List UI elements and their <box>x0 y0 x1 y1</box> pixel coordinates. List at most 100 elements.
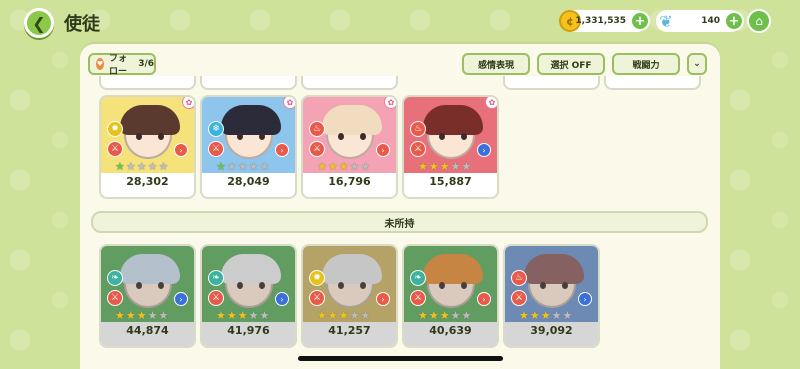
star-icon: ★ <box>158 160 169 173</box>
combat-power: 16,796 <box>328 175 371 188</box>
coin-balance: ¢ 1,331,535 + <box>559 10 650 32</box>
star-icon: ★ <box>125 309 136 322</box>
star-icon: ★ <box>562 309 573 322</box>
star-rating: ★ ★ ★ ★ ★ <box>418 310 471 321</box>
follow-count: 3/6 <box>138 59 154 69</box>
star-rating: ★ ★ ★ ★ ★ <box>418 161 471 172</box>
leaf-icon: ❧ <box>410 270 426 286</box>
fire-icon: ♨ <box>511 270 527 286</box>
star-icon: ★ <box>428 160 439 173</box>
flower-badge-icon: ✿ <box>485 97 497 109</box>
sun-icon: ✹ <box>309 270 325 286</box>
apostle-hair <box>220 105 281 135</box>
star-icon: ★ <box>360 160 371 173</box>
apostle-hair <box>119 105 180 135</box>
select-toggle-button[interactable]: 選択 OFF <box>537 53 605 75</box>
leaf-icon: ❧ <box>107 270 123 286</box>
star-icon: ★ <box>540 309 551 322</box>
apostle-face <box>422 105 483 159</box>
star-icon: ★ <box>327 309 338 322</box>
chevron-left-icon: ❮ <box>32 13 46 33</box>
star-icon: ★ <box>439 309 450 322</box>
crossed-swords-icon: ⚔ <box>410 290 426 306</box>
unowned-apostle-card[interactable]: ❧ ⚔ › ★ ★ ★ ★ ★ 40,639 <box>402 244 499 348</box>
star-icon: ★ <box>136 160 147 173</box>
unowned-apostle-card[interactable]: ❧ ⚔ › ★ ★ ★ ★ ★ 41,976 <box>200 244 297 348</box>
star-icon: ★ <box>551 309 562 322</box>
page-title: 使徒 <box>64 14 100 35</box>
crossed-swords-icon: ⚔ <box>309 290 325 306</box>
class-arrow-icon: › <box>275 292 289 306</box>
star-icon: ★ <box>226 309 237 322</box>
class-arrow-icon: › <box>174 292 188 306</box>
star-icon: ★ <box>125 160 136 173</box>
combat-power: 15,887 <box>429 175 472 188</box>
apostle-face <box>321 105 382 159</box>
leaf-icon: ❧ <box>208 270 224 286</box>
star-icon: ★ <box>418 160 428 173</box>
combat-power: 40,639 <box>429 324 472 337</box>
star-rating: ★ ★ ★ ★ ★ <box>317 161 370 172</box>
star-icon: ★ <box>147 160 158 173</box>
star-icon: ★ <box>461 309 472 322</box>
owned-apostle-card[interactable]: ♨ ⚔ › ★ ★ ★ ★ ★ 16,796 ✿ <box>301 95 398 199</box>
star-icon: ★ <box>115 309 125 322</box>
star-icon: ★ <box>360 309 371 322</box>
sun-icon: ✹ <box>107 121 123 137</box>
star-icon: ★ <box>237 309 248 322</box>
star-rating: ★ ★ ★ ★ ★ <box>216 310 269 321</box>
home-indicator <box>298 356 503 361</box>
star-icon: ★ <box>216 309 226 322</box>
crossed-swords-icon: ⚔ <box>309 141 325 157</box>
unowned-apostle-card[interactable]: ♨ ⚔ › ★ ★ ★ ★ ★ 39,092 <box>503 244 600 348</box>
unowned-apostle-card[interactable]: ✹ ⚔ › ★ ★ ★ ★ ★ 41,257 <box>301 244 398 348</box>
chevron-double-down-icon: ⌄ <box>693 59 701 69</box>
partial-card <box>604 76 701 90</box>
back-button[interactable]: ❮ <box>24 8 54 38</box>
class-arrow-icon: › <box>376 143 390 157</box>
gem-amount: 140 <box>701 16 720 26</box>
crossed-swords-icon: ⚔ <box>208 290 224 306</box>
star-icon: ★ <box>338 309 349 322</box>
gem-balance: ❦ 140 + <box>656 10 744 32</box>
unowned-apostle-card[interactable]: ❧ ⚔ › ★ ★ ★ ★ ★ 44,874 <box>99 244 196 348</box>
star-rating: ★ ★ ★ ★ ★ <box>216 161 269 172</box>
class-arrow-icon: › <box>578 292 592 306</box>
follow-filter-button[interactable]: ♥ フォロー 3/6 <box>88 53 156 77</box>
combat-power: 39,092 <box>530 324 573 337</box>
owned-apostle-card[interactable]: ❄ ⚔ › ★ ★ ★ ★ ★ 28,049 ✿ <box>200 95 297 199</box>
sort-power-button[interactable]: 戦闘力 <box>612 53 680 75</box>
home-button[interactable]: ⌂ <box>747 9 771 33</box>
star-icon: ★ <box>439 160 450 173</box>
star-icon: ★ <box>237 160 248 173</box>
owned-apostle-card[interactable]: ✹ ⚔ › ★ ★ ★ ★ ★ 28,302 ✿ <box>99 95 196 199</box>
star-icon: ★ <box>115 160 125 173</box>
star-icon: ★ <box>216 160 226 173</box>
apostle-eyes <box>135 133 164 140</box>
star-icon: ★ <box>259 160 270 173</box>
sort-order-button[interactable]: ⌄ <box>687 53 707 75</box>
crossed-swords-icon: ⚔ <box>511 290 527 306</box>
partial-card <box>503 76 600 90</box>
emotion-button[interactable]: 感情表現 <box>462 53 530 75</box>
star-icon: ★ <box>248 160 259 173</box>
star-icon: ★ <box>450 160 461 173</box>
star-icon: ★ <box>226 160 237 173</box>
crossed-swords-icon: ⚔ <box>208 141 224 157</box>
star-icon: ★ <box>248 309 259 322</box>
apostle-eyes <box>438 133 467 140</box>
owned-apostle-card[interactable]: ♨ ⚔ › ★ ★ ★ ★ ★ 15,887 ✿ <box>402 95 499 199</box>
class-arrow-icon: › <box>174 143 188 157</box>
add-gem-button[interactable]: + <box>724 11 744 31</box>
unowned-section-header: 未所持 <box>91 211 708 233</box>
flower-badge-icon: ✿ <box>384 97 396 109</box>
combat-power: 28,302 <box>126 175 169 188</box>
star-icon: ★ <box>418 309 428 322</box>
add-coin-button[interactable]: + <box>630 11 650 31</box>
heart-icon: ♥ <box>96 58 105 70</box>
flower-badge-icon: ✿ <box>182 97 194 109</box>
star-icon: ★ <box>147 309 158 322</box>
star-icon: ★ <box>428 309 439 322</box>
class-arrow-icon: › <box>376 292 390 306</box>
fire-icon: ♨ <box>309 121 325 137</box>
